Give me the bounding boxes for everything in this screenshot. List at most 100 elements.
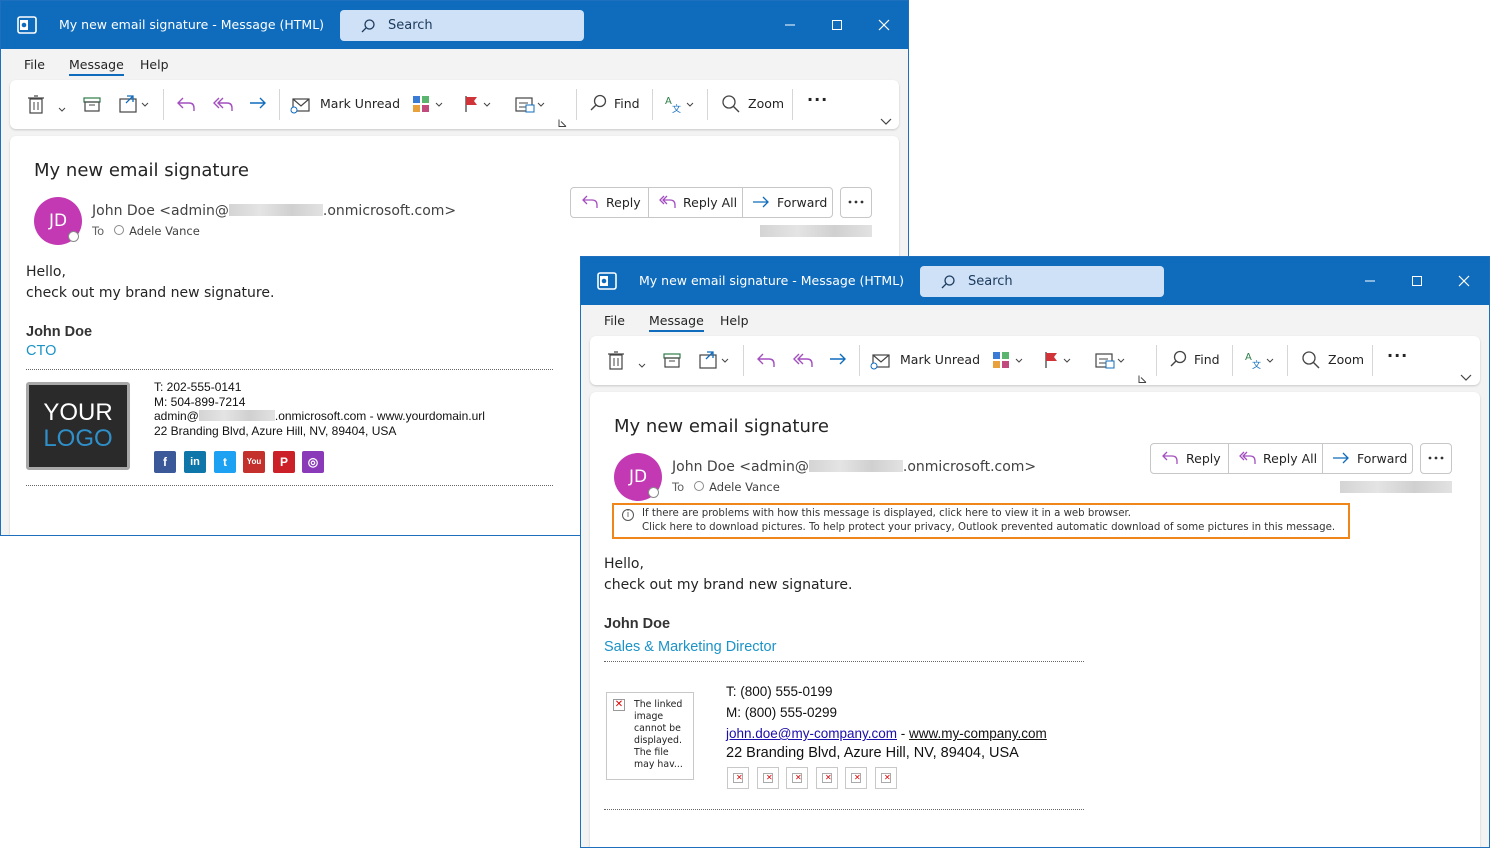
signature-title: Sales & Marketing Director bbox=[604, 639, 777, 655]
menu-help[interactable]: Help bbox=[720, 313, 749, 328]
minimize-icon[interactable] bbox=[1356, 267, 1384, 295]
sender[interactable]: John Doe <admin@ .onmicrosoft.com> bbox=[672, 459, 1036, 475]
categorize-button[interactable] bbox=[991, 349, 1025, 371]
redacted-date bbox=[760, 225, 872, 237]
menu-file[interactable]: File bbox=[24, 57, 45, 72]
pinterest-icon[interactable]: P bbox=[273, 451, 295, 473]
find-button[interactable]: Find bbox=[588, 93, 646, 115]
more-actions-button[interactable] bbox=[840, 187, 872, 218]
maximize-icon[interactable] bbox=[823, 11, 851, 39]
broken-social-icon[interactable]: ✕ bbox=[786, 767, 808, 789]
menu-message[interactable]: Message bbox=[649, 313, 704, 332]
ribbon-expand-chevron-icon[interactable] bbox=[1460, 367, 1472, 389]
twitter-icon[interactable]: t bbox=[214, 451, 236, 473]
signature-mobile: M: (800) 555-0299 bbox=[726, 705, 838, 720]
mark-unread-button[interactable]: Mark Unread bbox=[870, 349, 980, 371]
move-button[interactable] bbox=[698, 349, 730, 371]
forward-button[interactable]: Forward bbox=[1323, 444, 1412, 473]
find-button[interactable]: Find bbox=[1168, 349, 1226, 371]
infobar-download-text[interactable]: Click here to download pictures. To help… bbox=[642, 522, 1335, 533]
sender-suffix: .onmicrosoft.com> bbox=[322, 203, 457, 219]
translate-button[interactable]: A文 bbox=[662, 93, 696, 115]
signature-name: John Doe bbox=[26, 324, 93, 340]
outlook-window-front: My new email signature - Message (HTML) … bbox=[580, 256, 1490, 848]
zoom-button[interactable]: Zoom bbox=[720, 93, 786, 115]
to-line: To Adele Vance bbox=[672, 480, 780, 494]
reply-button[interactable]: Reply bbox=[571, 188, 648, 217]
reply-all-label: Reply All bbox=[683, 195, 738, 210]
reply-all-icon[interactable] bbox=[210, 93, 234, 115]
flag-button[interactable] bbox=[1042, 349, 1074, 371]
linkedin-icon[interactable]: in bbox=[184, 451, 206, 473]
facebook-icon[interactable]: f bbox=[154, 451, 176, 473]
search-box[interactable]: Search bbox=[340, 10, 584, 41]
forward-icon[interactable] bbox=[827, 349, 849, 371]
signature-phone: T: 202-555-0141 bbox=[154, 380, 242, 394]
archive-button[interactable] bbox=[82, 93, 102, 115]
body-line: check out my brand new signature. bbox=[26, 285, 275, 301]
broken-social-icon[interactable]: ✕ bbox=[845, 767, 867, 789]
dialog-launcher-icon[interactable] bbox=[558, 112, 567, 134]
forward-icon[interactable] bbox=[247, 93, 269, 115]
broken-social-icon[interactable]: ✕ bbox=[875, 767, 897, 789]
more-options-icon[interactable]: ··· bbox=[807, 90, 828, 112]
signature-address: 22 Branding Blvd, Azure Hill, NV, 89404,… bbox=[726, 745, 1019, 761]
ribbon-separator bbox=[279, 89, 280, 120]
reply-button[interactable]: Reply bbox=[1151, 444, 1228, 473]
move-button[interactable] bbox=[118, 93, 150, 115]
more-actions-button[interactable] bbox=[1420, 443, 1452, 474]
reply-icon[interactable] bbox=[175, 93, 197, 115]
recipient-name[interactable]: Adele Vance bbox=[129, 224, 200, 238]
search-box[interactable]: Search bbox=[920, 266, 1164, 297]
reply-icon bbox=[1162, 451, 1178, 464]
download-pictures-infobar[interactable]: i If there are problems with how this me… bbox=[612, 503, 1350, 539]
menu-file[interactable]: File bbox=[604, 313, 625, 328]
more-options-icon[interactable]: ··· bbox=[1387, 346, 1408, 368]
signature-email-link[interactable]: john.doe@my-company.com bbox=[726, 726, 897, 741]
delete-button[interactable] bbox=[606, 349, 626, 371]
translate-button[interactable]: A文 bbox=[1242, 349, 1276, 371]
menu-message[interactable]: Message bbox=[69, 57, 124, 76]
forward-button[interactable]: Forward bbox=[743, 188, 832, 217]
broken-social-icon[interactable]: ✕ bbox=[727, 767, 749, 789]
sender[interactable]: John Doe <admin@ .onmicrosoft.com> bbox=[92, 203, 456, 219]
chevron-down-icon[interactable] bbox=[58, 99, 66, 121]
recipient-name[interactable]: Adele Vance bbox=[709, 480, 780, 494]
body-line: check out my brand new signature. bbox=[604, 577, 853, 593]
chevron-down-icon[interactable] bbox=[638, 355, 646, 377]
dialog-launcher-icon[interactable] bbox=[1138, 368, 1147, 390]
delete-button[interactable] bbox=[26, 93, 46, 115]
reply-all-icon[interactable] bbox=[790, 349, 814, 371]
ribbon-expand-chevron-icon[interactable] bbox=[880, 111, 892, 133]
menu-help[interactable]: Help bbox=[140, 57, 169, 72]
minimize-icon[interactable] bbox=[776, 11, 804, 39]
categorize-icon bbox=[413, 96, 443, 112]
reply-icon[interactable] bbox=[755, 349, 777, 371]
signature-divider bbox=[604, 809, 1084, 810]
forward-label: Forward bbox=[777, 195, 828, 210]
reply-all-button[interactable]: Reply All bbox=[649, 188, 742, 217]
signature-website-link[interactable]: www.my-company.com bbox=[909, 726, 1047, 741]
close-icon[interactable] bbox=[1450, 267, 1478, 295]
search-placeholder: Search bbox=[388, 18, 433, 33]
reply-all-button[interactable]: Reply All bbox=[1229, 444, 1322, 473]
categorize-button[interactable] bbox=[411, 93, 445, 115]
body-line: Hello, bbox=[26, 264, 66, 280]
archive-button[interactable] bbox=[662, 349, 682, 371]
rules-button[interactable] bbox=[1094, 349, 1126, 371]
mark-unread-button[interactable]: Mark Unread bbox=[290, 93, 400, 115]
flag-button[interactable] bbox=[462, 93, 494, 115]
find-label: Find bbox=[614, 96, 640, 111]
presence-status-icon bbox=[68, 231, 79, 242]
infobar-browser-text[interactable]: If there are problems with how this mess… bbox=[642, 508, 1131, 519]
instagram-icon[interactable]: ◎ bbox=[302, 451, 324, 473]
close-icon[interactable] bbox=[870, 11, 898, 39]
signature-email-web: john.doe@my-company.com - www.my-company… bbox=[726, 726, 1047, 741]
rules-button[interactable] bbox=[514, 93, 546, 115]
maximize-icon[interactable] bbox=[1403, 267, 1431, 295]
broken-social-icon[interactable]: ✕ bbox=[816, 767, 838, 789]
broken-social-icon[interactable]: ✕ bbox=[757, 767, 779, 789]
ribbon-separator bbox=[743, 345, 744, 376]
zoom-button[interactable]: Zoom bbox=[1300, 349, 1366, 371]
youtube-icon[interactable]: You bbox=[243, 451, 265, 473]
